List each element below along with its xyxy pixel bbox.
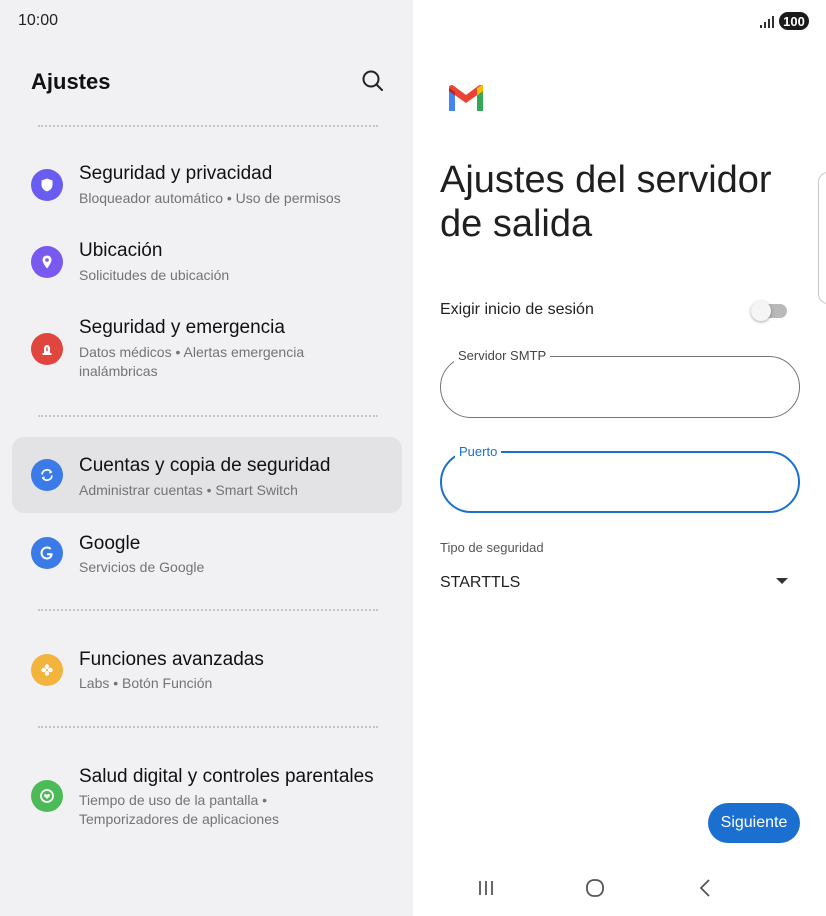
sync-icon	[31, 459, 63, 491]
require-signin-toggle[interactable]	[751, 301, 787, 321]
emergency-icon	[31, 333, 63, 365]
item-subtitle: Solicitudes de ubicación	[79, 267, 230, 283]
next-button[interactable]: Siguiente	[708, 803, 800, 843]
item-subtitle: inalámbricas	[79, 363, 158, 379]
divider	[38, 609, 378, 611]
item-title: Ubicación	[79, 240, 163, 261]
item-subtitle: Bloqueador automático • Uso de permisos	[79, 190, 341, 206]
toggle-thumb	[751, 301, 771, 321]
settings-title: Ajustes	[31, 69, 111, 94]
smtp-server-field[interactable]: Servidor SMTP	[440, 348, 800, 418]
smtp-server-input[interactable]	[461, 373, 781, 401]
settings-item-advanced-features[interactable]: Funciones avanzadas Labs • Botón Función	[12, 632, 402, 708]
security-type-label: Tipo de seguridad	[440, 540, 544, 555]
smtp-server-label: Servidor SMTP	[454, 348, 551, 364]
port-label: Puerto	[455, 444, 502, 460]
settings-pane: 10:00 Ajustes Seguridad y privacidad Blo…	[0, 0, 413, 916]
divider	[38, 125, 378, 127]
shield-icon	[31, 169, 63, 201]
gmail-logo-icon	[447, 84, 485, 114]
settings-item-google[interactable]: Google Servicios de Google	[12, 515, 402, 591]
item-subtitle: Administrar cuentas • Smart Switch	[79, 482, 298, 498]
item-subtitle: Datos médicos • Alertas emergencia	[79, 344, 305, 360]
item-title: Seguridad y emergencia	[79, 317, 285, 338]
item-title: Salud digital y controles parentales	[79, 766, 374, 787]
item-subtitle: Temporizadores de aplicaciones	[79, 811, 279, 827]
page-title: Ajustes del servidor de salida	[440, 159, 772, 245]
dropdown-arrow-icon[interactable]	[775, 573, 789, 584]
location-pin-icon	[31, 246, 63, 278]
home-icon[interactable]	[583, 876, 607, 900]
gear-icon	[31, 654, 63, 686]
google-icon	[31, 537, 63, 569]
item-title: Cuentas y copia de seguridad	[79, 455, 331, 476]
port-input[interactable]	[462, 469, 782, 497]
settings-item-emergency[interactable]: Seguridad y emergencia Datos médicos • A…	[12, 301, 402, 391]
edge-panel-handle[interactable]	[818, 172, 826, 304]
settings-item-security-privacy[interactable]: Seguridad y privacidad Bloqueador automá…	[12, 147, 402, 223]
battery-indicator: 100	[779, 12, 809, 30]
signal-icon	[760, 15, 774, 28]
item-title: Funciones avanzadas	[79, 649, 264, 670]
digital-wellbeing-icon	[31, 780, 63, 812]
search-icon[interactable]	[359, 67, 387, 95]
recents-icon[interactable]	[474, 876, 498, 900]
gmail-pane: 100 Ajustes del servidor de salida Exigi…	[413, 0, 826, 916]
back-icon[interactable]	[694, 876, 718, 900]
item-title: Google	[79, 533, 141, 554]
port-field[interactable]: Puerto	[440, 444, 800, 513]
settings-item-location[interactable]: Ubicación Solicitudes de ubicación	[12, 224, 402, 300]
divider	[38, 726, 378, 728]
item-title: Seguridad y privacidad	[79, 163, 273, 184]
status-time: 10:00	[18, 12, 59, 29]
divider	[38, 415, 378, 417]
settings-item-digital-wellbeing[interactable]: Salud digital y controles parentales Tie…	[12, 750, 402, 840]
settings-item-accounts-backup[interactable]: Cuentas y copia de seguridad Administrar…	[12, 437, 402, 513]
item-subtitle: Servicios de Google	[79, 559, 205, 575]
security-type-select[interactable]: STARTTLS	[440, 574, 520, 592]
item-subtitle: Labs • Botón Función	[79, 675, 213, 691]
item-subtitle: Tiempo de uso de la pantalla •	[79, 792, 268, 808]
require-signin-label: Exigir inicio de sesión	[440, 301, 594, 318]
